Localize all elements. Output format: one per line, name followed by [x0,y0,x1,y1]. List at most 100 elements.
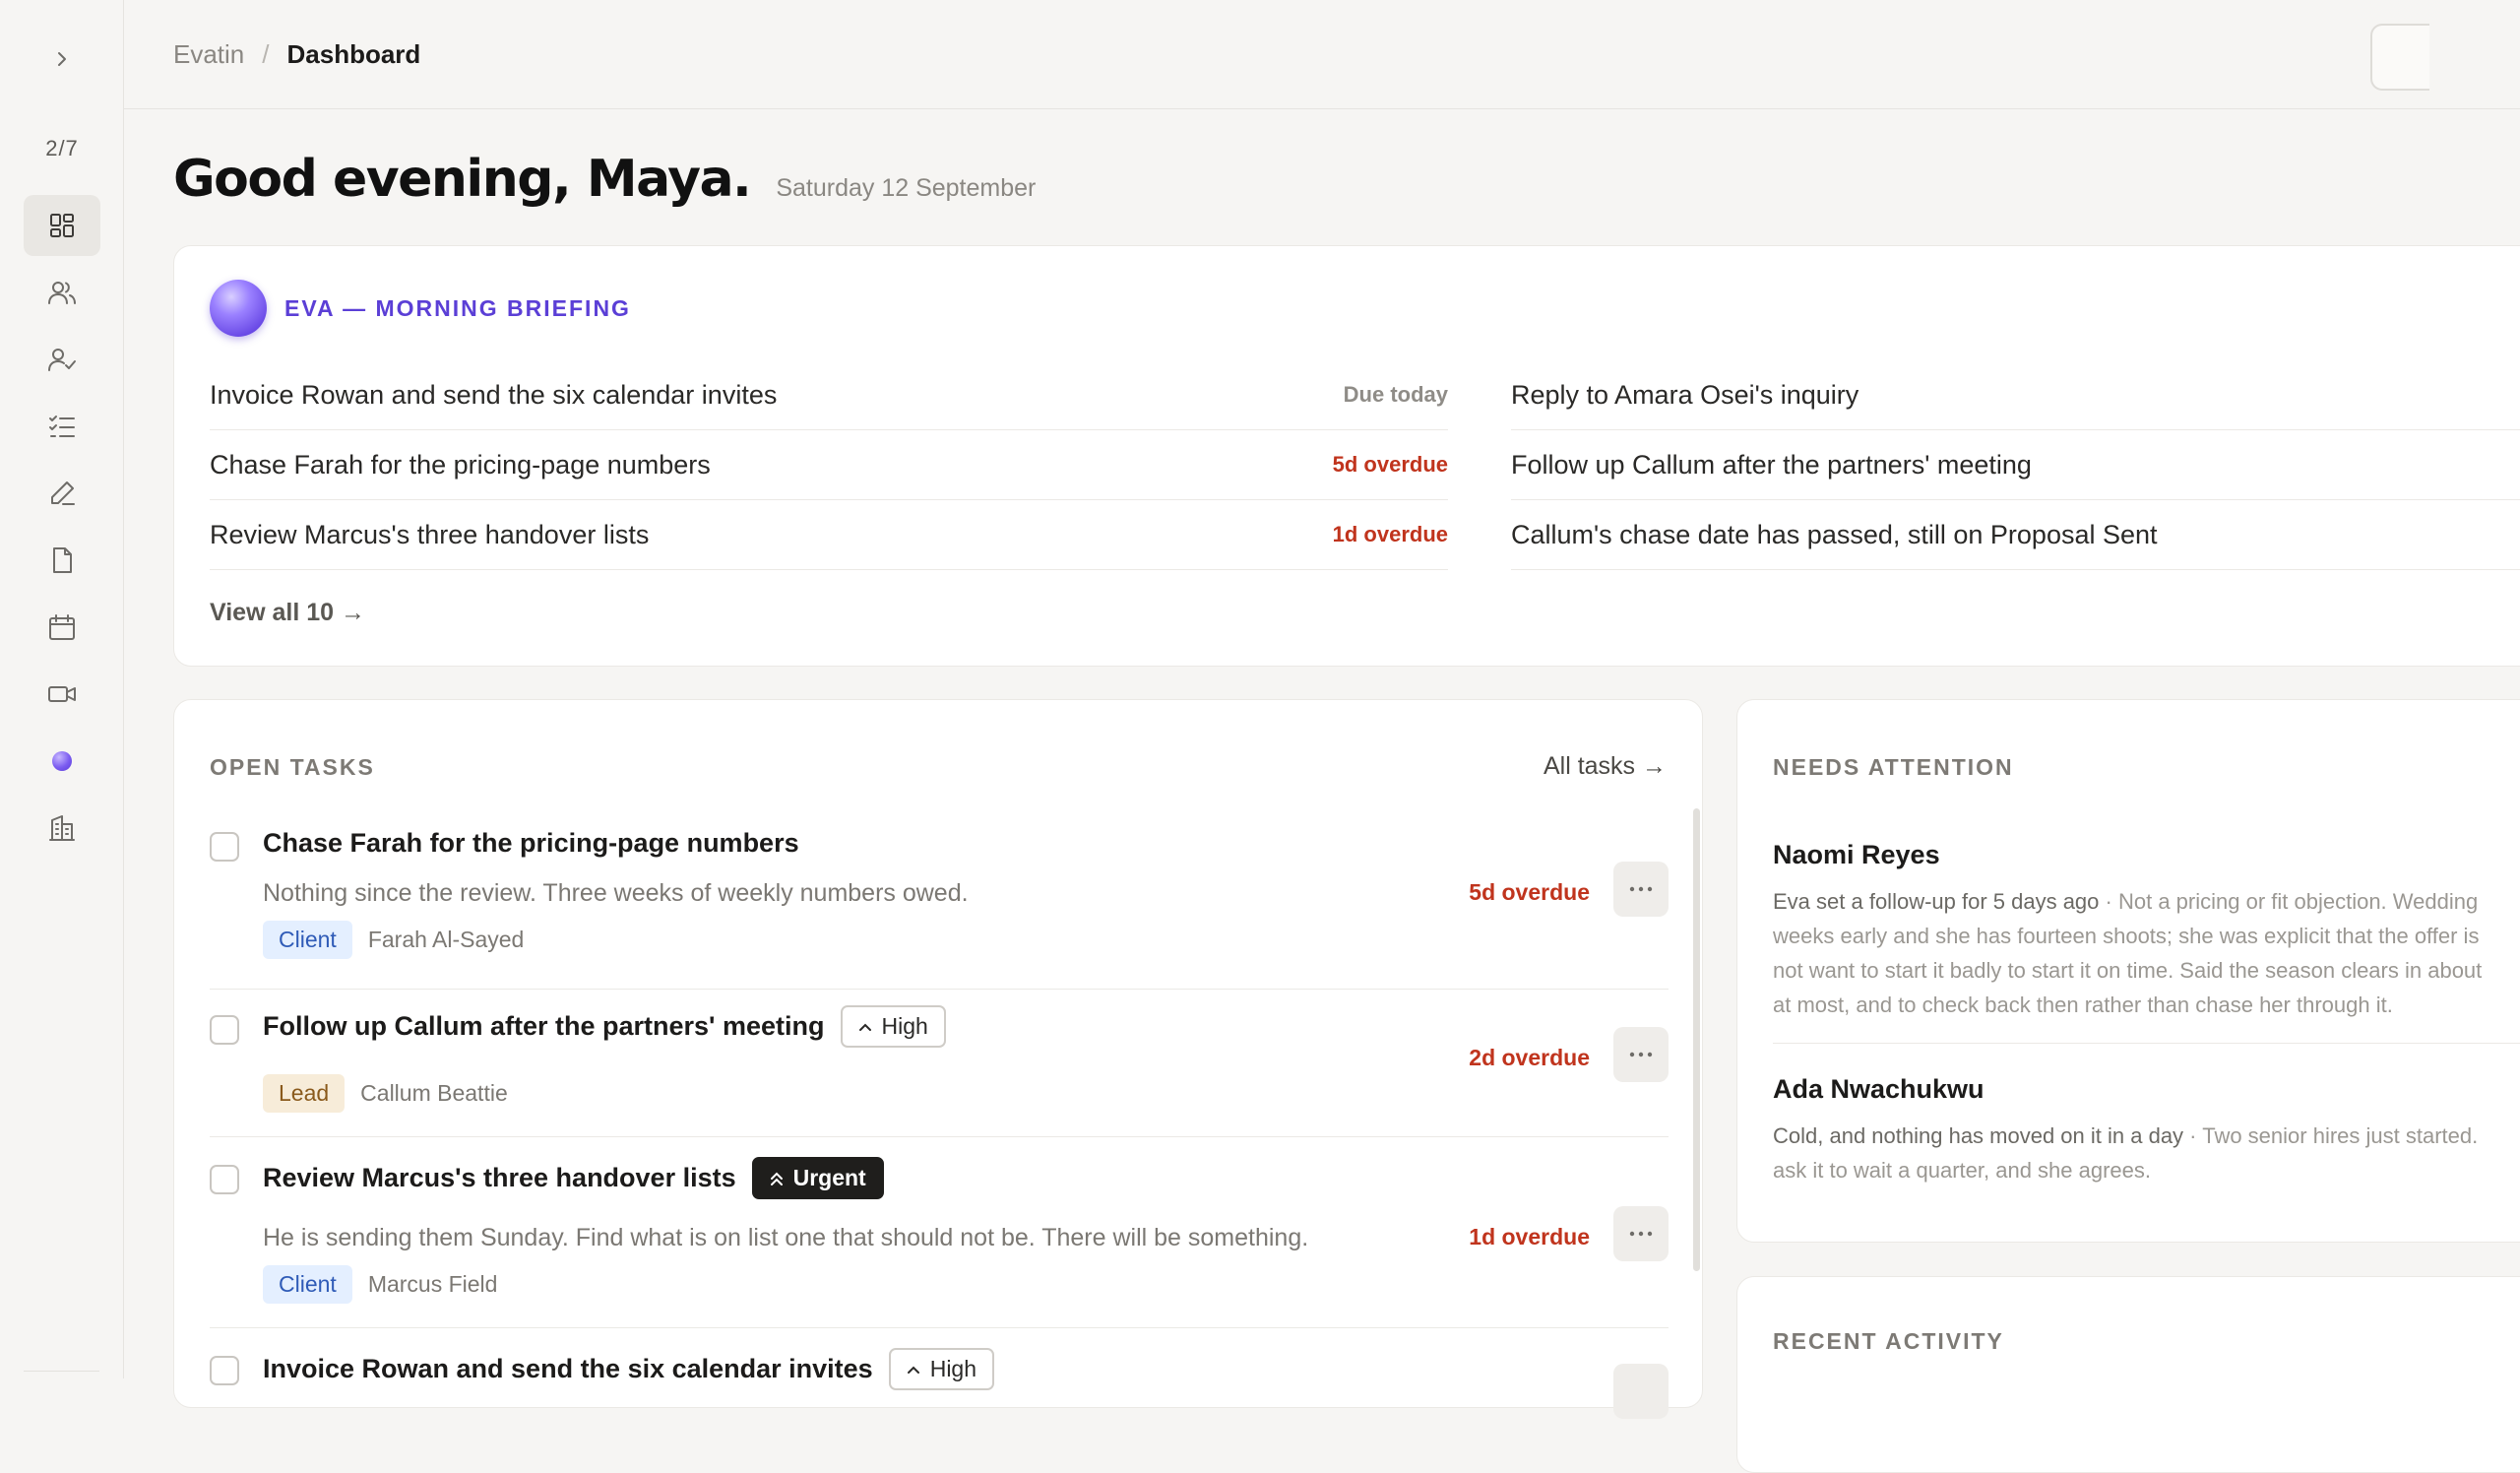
nav-meetings[interactable] [24,664,100,725]
task-title-text: Review Marcus's three handover lists [263,1163,736,1192]
task-title[interactable]: Invoice Rowan and send the six calendar … [263,1348,995,1390]
user-check-icon [48,349,76,371]
overdue-status: 5d overdue [1332,452,1448,477]
section-title: RECENT ACTIVITY [1773,1328,2004,1354]
more-horizontal-icon [1629,1052,1653,1057]
recent-activity-card: RECENT ACTIVITY [1736,1276,2520,1473]
attention-lead-in: Cold, and nothing has moved on it in a d… [1773,1123,2184,1148]
task-checkbox[interactable] [210,1356,239,1385]
briefing-list-right: Reply to Amara Osei's inquiry Follow up … [1511,360,2520,570]
priority-badge: High [888,1348,995,1390]
attention-note-line: · Two senior hires just started. [2183,1123,2479,1148]
contact-name: Ada Nwachukwu [1773,1074,1984,1104]
sidebar: 2/7 [0,0,124,1378]
briefing-item[interactable]: Reply to Amara Osei's inquiry [1511,360,2520,430]
nav-calendar[interactable] [24,597,100,658]
attention-note-line: ask it to wait a quarter, and she agrees… [1773,1158,2152,1183]
briefing-item-text: Invoice Rowan and send the six calendar … [210,379,778,410]
briefing-header: EVA — MORNING BRIEFING [210,280,631,337]
more-horizontal-icon [1629,886,1653,892]
task-row: Invoice Rowan and send the six calendar … [210,1328,1669,1446]
view-all-link[interactable]: View all 10 → [210,599,365,627]
task-description: Nothing since the review. Three weeks of… [263,879,969,907]
overdue-status: 1d overdue [1332,522,1448,546]
nav-notes[interactable] [24,463,100,524]
video-icon [48,686,76,702]
due-status: Due today [1343,382,1448,407]
briefing-item[interactable]: Chase Farah for the pricing-page numbers… [210,430,1448,500]
task-title[interactable]: Follow up Callum after the partners' mee… [263,1005,946,1048]
attention-note-line: weeks early and she has fourteen shoots;… [1773,924,2480,948]
attention-item[interactable]: Naomi Reyes Eva set a follow-up for 5 da… [1773,840,2520,1022]
priority-badge: Urgent [751,1157,884,1199]
dashboard-icon [50,214,74,237]
task-title-text: Chase Farah for the pricing-page numbers [263,828,799,858]
document-icon [53,547,72,573]
all-tasks-link[interactable]: All tasks → [1544,752,1667,781]
assignee-name: Farah Al-Sayed [367,927,525,952]
checklist-icon [49,416,75,437]
open-tasks-card: OPEN TASKS All tasks → Chase Farah for t… [173,699,1703,1419]
nav-dashboard[interactable] [24,195,100,256]
briefing-item[interactable]: Review Marcus's three handover lists 1d … [210,500,1448,570]
chevron-up-icon [858,1023,871,1031]
needs-attention-card: NEEDS ATTENTION Naomi Reyes Eva set a fo… [1736,699,2520,1243]
task-more-button[interactable] [1613,862,1669,917]
header-action-button[interactable] [2370,24,2429,91]
priority-badge: High [840,1005,946,1048]
briefing-item-text: Follow up Callum after the partners' mee… [1511,449,2032,480]
more-horizontal-icon [1629,1231,1653,1237]
briefing-item-text: Callum's chase date has passed, still on… [1511,519,2158,549]
attention-divider [1773,1043,2520,1044]
task-meta: Client Farah Al-Sayed [263,921,524,959]
task-row: Chase Farah for the pricing-page numbers… [210,806,1669,990]
section-title: OPEN TASKS [210,754,375,780]
briefing-item-text: Chase Farah for the pricing-page numbers [210,449,711,480]
task-checkbox[interactable] [210,1165,239,1194]
priority-label: High [881,1013,928,1039]
briefing-item-text: Review Marcus's three handover lists [210,519,650,549]
attention-note-line: at most, and to check back then rather t… [1773,993,2393,1017]
assignee-name: Callum Beattie [360,1080,508,1106]
briefing-title: EVA — MORNING BRIEFING [284,294,631,321]
task-description: He is sending them Sunday. Find what is … [263,1224,1309,1251]
task-title[interactable]: Review Marcus's three handover lists Urg… [263,1157,884,1199]
chevrons-up-icon [770,1172,783,1185]
nav-people[interactable] [24,262,100,323]
tag-badge: Client [263,1265,352,1304]
task-title[interactable]: Chase Farah for the pricing-page numbers [263,828,799,859]
nav-clients[interactable] [24,329,100,390]
scrollbar[interactable] [1693,808,1700,1271]
briefing-item[interactable]: Follow up Callum after the partners' mee… [1511,430,2520,500]
task-row: Follow up Callum after the partners' mee… [210,990,1669,1137]
task-checkbox[interactable] [210,1015,239,1045]
contact-name: Naomi Reyes [1773,840,1940,869]
breadcrumb-root-link[interactable]: Evatin [173,39,244,70]
task-meta: Lead Callum Beattie [263,1074,508,1113]
briefing-item[interactable]: Callum's chase date has passed, still on… [1511,500,2520,570]
task-more-button[interactable] [1613,1027,1669,1082]
eva-orb-icon [52,751,72,771]
nav-company[interactable] [24,798,100,859]
tag-badge: Lead [263,1074,346,1113]
overdue-status: 2d overdue [1469,1045,1590,1070]
attention-lead-in: Eva set a follow-up for 5 days ago [1773,889,2100,914]
assignee-name: Marcus Field [367,1271,498,1297]
task-more-button[interactable] [1613,1364,1669,1419]
top-header: Evatin / Dashboard [124,0,2520,109]
breadcrumb: Evatin / Dashboard [173,39,420,70]
task-title-text: Invoice Rowan and send the six calendar … [263,1354,873,1383]
greeting: Good evening, Maya. Saturday 12 Septembe… [173,150,1036,209]
nav-eva[interactable] [24,731,100,792]
expand-sidebar-button[interactable] [46,43,78,75]
nav-tasks[interactable] [24,396,100,457]
attention-item[interactable]: Ada Nwachukwu Cold, and nothing has move… [1773,1074,2520,1187]
task-more-button[interactable] [1613,1206,1669,1261]
task-meta: Client Marcus Field [263,1265,497,1304]
briefing-item[interactable]: Invoice Rowan and send the six calendar … [210,360,1448,430]
page-title: Good evening, Maya. [173,150,752,209]
nav-documents[interactable] [24,530,100,591]
briefing-item-text: Reply to Amara Osei's inquiry [1511,379,1859,410]
attention-note-line: · Not a pricing or fit objection. Weddin… [2099,889,2479,914]
task-checkbox[interactable] [210,832,239,862]
